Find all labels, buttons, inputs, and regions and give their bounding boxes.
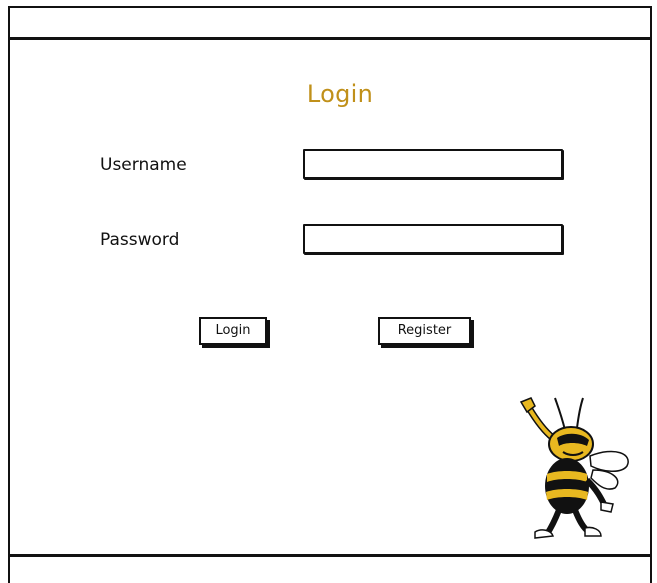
register-button[interactable]: Register (378, 317, 471, 345)
password-label: Password (100, 230, 180, 250)
username-field[interactable] (303, 149, 563, 179)
header-bar (8, 6, 652, 40)
page-title: Login (306, 80, 374, 108)
login-button[interactable]: Login (199, 317, 267, 345)
footer-bar (8, 554, 652, 583)
bee-mascot-icon (519, 397, 629, 539)
username-label: Username (100, 155, 187, 175)
password-field[interactable] (303, 224, 563, 254)
